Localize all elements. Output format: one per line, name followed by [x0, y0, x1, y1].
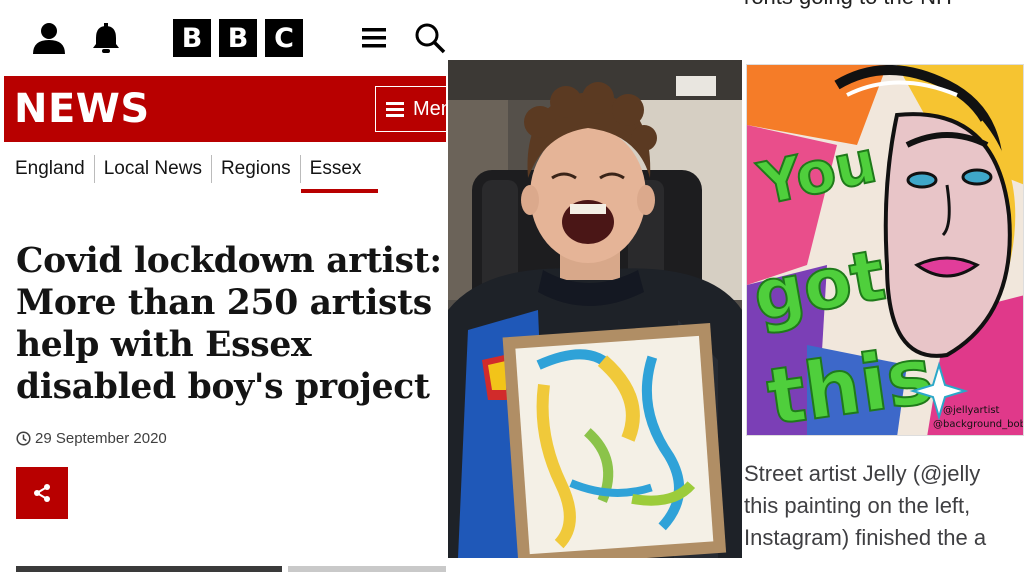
breadcrumb: England Local News Regions Essex	[6, 154, 379, 193]
headline-line: Covid lockdown artist:	[16, 241, 442, 281]
svg-text:@background_bob: @background_bob	[933, 419, 1024, 430]
menu-button[interactable]: Menu	[375, 86, 446, 132]
page-title: Covid lockdown artist: More than 250 art…	[16, 240, 444, 408]
svg-text:@jellyartist: @jellyartist	[943, 405, 1000, 416]
bell-icon[interactable]	[86, 18, 126, 58]
logo-letter: B	[173, 19, 211, 57]
headline-line: disabled boy's project	[16, 367, 430, 407]
hamburger-icon	[386, 99, 404, 120]
breadcrumb-england[interactable]: England	[6, 155, 94, 183]
share-button[interactable]	[16, 467, 68, 519]
image-caption: Street artist Jelly (@jelly this paintin…	[744, 458, 986, 554]
menu-icon[interactable]	[354, 18, 394, 58]
headline-line: help with Essex	[16, 325, 312, 365]
top-navigation: B B C	[0, 0, 446, 76]
user-icon[interactable]	[29, 18, 69, 58]
caption-line: Instagram) finished the a	[744, 525, 987, 550]
article-date: 29 September 2020	[16, 430, 167, 447]
breadcrumb-essex[interactable]: Essex	[299, 155, 379, 193]
thumbnail[interactable]	[16, 566, 282, 572]
thumbnail[interactable]	[288, 566, 446, 572]
article-column: B B C NEWS Menu England Local News Re	[0, 0, 446, 576]
logo-letter: B	[219, 19, 257, 57]
search-icon[interactable]	[410, 18, 446, 58]
caption-line: Street artist Jelly (@jelly	[744, 461, 981, 486]
boy-photo	[448, 60, 742, 558]
bbc-logo[interactable]: B B C	[173, 19, 303, 57]
news-bar: NEWS Menu	[4, 76, 446, 142]
logo-letter: C	[265, 19, 303, 57]
right-column: ronts going to the NH You got thi	[742, 0, 1024, 576]
article-body-text: ronts going to the NH	[744, 0, 952, 10]
caption-line: this painting on the left,	[744, 493, 971, 518]
related-thumbnails	[16, 566, 446, 572]
clock-icon	[16, 431, 31, 446]
date-text: 29 September 2020	[35, 430, 167, 447]
headline-line: More than 250 artists	[16, 283, 432, 323]
news-title[interactable]: NEWS	[14, 86, 150, 132]
breadcrumb-regions[interactable]: Regions	[210, 155, 300, 183]
menu-label: Menu	[413, 97, 446, 120]
share-icon	[34, 484, 50, 502]
breadcrumb-local-news[interactable]: Local News	[93, 155, 211, 183]
street-art-photo: You got this @jellyartist @background_bo…	[746, 64, 1024, 436]
